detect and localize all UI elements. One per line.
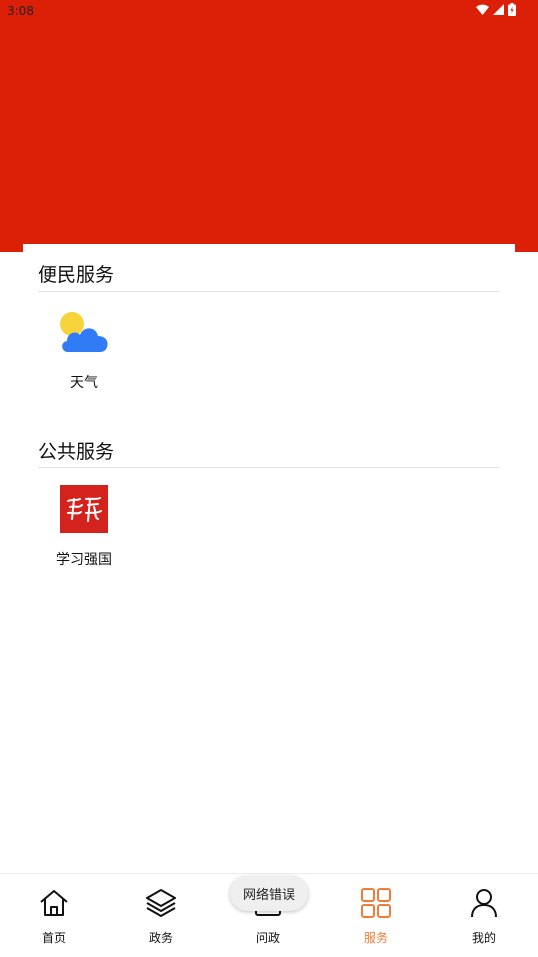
service-label-xuexi[interactable]: 学习强国 xyxy=(34,549,134,569)
status-time: 3:08 xyxy=(7,4,34,18)
tab-label: 我的 xyxy=(471,931,496,945)
battery-icon xyxy=(508,3,516,16)
tab-label: 首页 xyxy=(41,931,66,945)
layers-icon xyxy=(146,889,176,917)
status-bar: 3:08 xyxy=(0,0,538,24)
tab-home[interactable]: 首页 xyxy=(14,874,94,957)
tab-government[interactable]: 政务 xyxy=(121,874,201,957)
section-title-convenience: 便民服务 xyxy=(38,264,115,286)
tab-services[interactable]: 服务 xyxy=(336,874,416,957)
wifi-icon xyxy=(476,4,489,15)
tab-label: 政务 xyxy=(148,931,173,945)
tab-profile[interactable]: 我的 xyxy=(444,874,524,957)
user-icon xyxy=(471,889,497,918)
home-icon xyxy=(40,890,68,916)
weather-icon[interactable] xyxy=(58,310,110,354)
tab-label: 问政 xyxy=(255,931,280,945)
tab-label: 服务 xyxy=(363,931,388,945)
xuexi-qiangguo-icon[interactable] xyxy=(60,485,108,533)
section-divider xyxy=(38,291,500,292)
grid-icon xyxy=(361,888,391,918)
signal-icon xyxy=(493,4,504,15)
service-label-weather[interactable]: 天气 xyxy=(34,372,134,392)
status-icons xyxy=(476,3,516,16)
section-title-public: 公共服务 xyxy=(38,441,115,463)
hero-banner xyxy=(0,24,538,252)
section-divider xyxy=(38,467,500,468)
error-toast: 网络错误 xyxy=(230,876,308,911)
